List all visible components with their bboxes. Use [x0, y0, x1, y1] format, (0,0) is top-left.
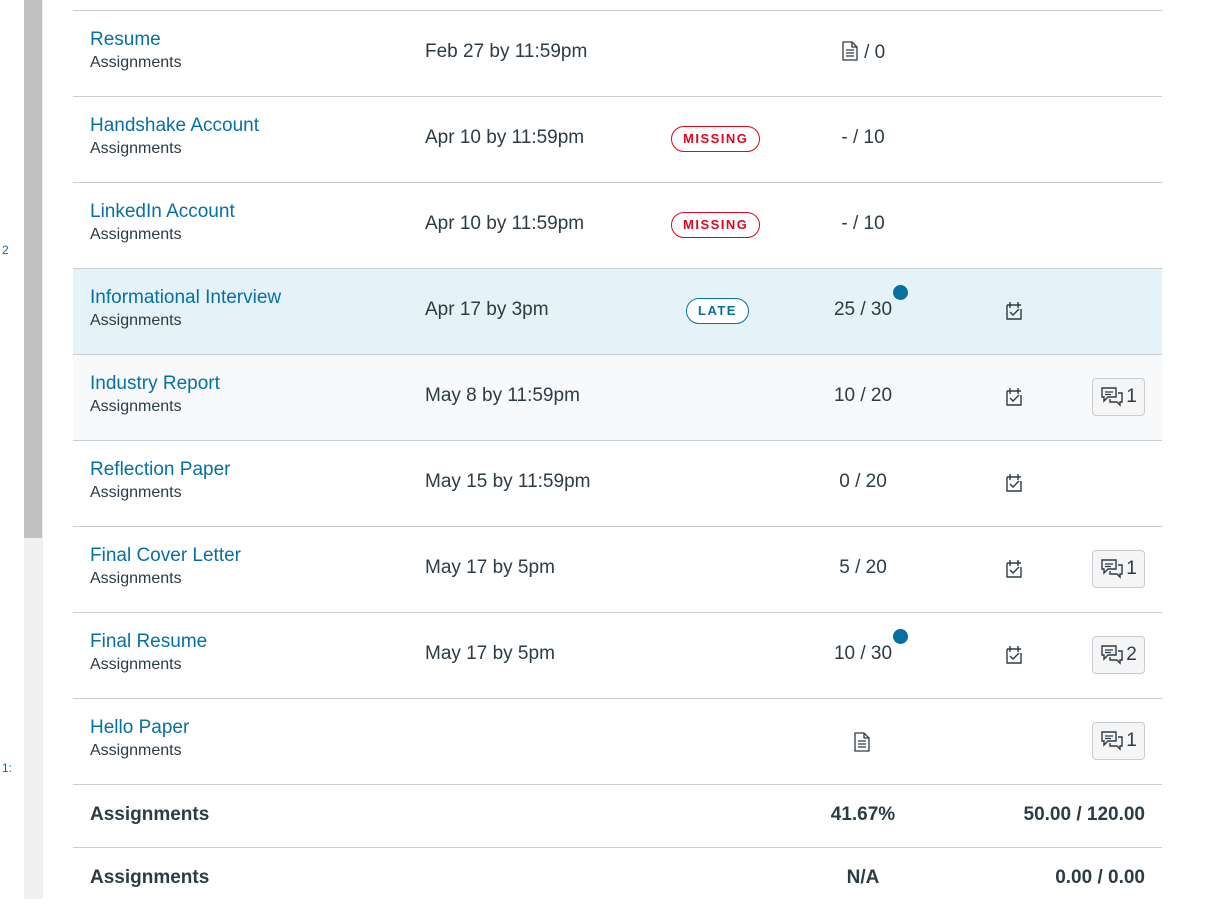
table-row: Final Resume Assignments May 17 by 5pm 1…	[73, 613, 1162, 699]
comments-button[interactable]: 1	[1092, 550, 1145, 588]
table-row: Informational Interview Assignments Apr …	[73, 269, 1162, 355]
due-date: May 17 by 5pm	[425, 557, 555, 578]
due-date: May 8 by 11:59pm	[425, 385, 580, 406]
comments-button[interactable]: 1	[1092, 378, 1145, 416]
comment-icon	[1101, 731, 1123, 751]
assignment-group: Assignments	[90, 312, 182, 329]
group-total-points: 50.00 / 120.00	[1023, 804, 1146, 825]
document-icon	[842, 41, 858, 61]
assignment-cell: Handshake Account Assignments	[90, 114, 259, 160]
assignment-group: Assignments	[90, 656, 182, 673]
scrollbar-thumb[interactable]	[24, 0, 42, 538]
score-value: / 0	[864, 42, 886, 63]
due-date: Apr 10 by 11:59pm	[425, 213, 585, 234]
assignment-cell: LinkedIn Account Assignments	[90, 200, 235, 246]
score-cell	[853, 732, 871, 754]
assignment-link[interactable]: Final Cover Letter	[90, 544, 241, 568]
assignment-group: Assignments	[90, 226, 182, 243]
comment-count: 1	[1126, 730, 1137, 751]
assignment-cell: Informational Interview Assignments	[90, 286, 281, 332]
group-total-percent: 41.67%	[830, 804, 896, 825]
comment-count: 2	[1126, 644, 1137, 665]
assignment-link[interactable]: Handshake Account	[90, 114, 259, 138]
score-value: - / 10	[841, 213, 885, 234]
score-value: 5 / 20	[839, 557, 887, 578]
comment-icon	[1101, 387, 1123, 407]
edge-marker: 1:	[2, 761, 13, 775]
document-icon	[854, 732, 870, 752]
score-value: 10 / 20	[833, 385, 893, 406]
assignment-cell: Final Cover Letter Assignments	[90, 544, 241, 590]
table-row: Industry Report Assignments May 8 by 11:…	[73, 355, 1162, 441]
rubric-icon[interactable]	[1003, 558, 1025, 580]
comments-button[interactable]: 2	[1092, 636, 1145, 674]
assignment-link[interactable]: Industry Report	[90, 372, 220, 396]
assignment-cell: Hello Paper Assignments	[90, 716, 189, 762]
due-date: Feb 27 by 11:59pm	[425, 41, 588, 62]
score-value: 10 / 30	[833, 643, 893, 664]
group-total-label: Assignments	[90, 867, 210, 888]
group-total-row: Assignments N/A 0.00 / 0.00	[73, 848, 1162, 910]
assignment-link[interactable]: Reflection Paper	[90, 458, 230, 482]
assignment-group: Assignments	[90, 570, 182, 587]
score-value: 25 / 30	[833, 299, 893, 320]
edge-marker: 2	[2, 243, 9, 257]
comment-icon	[1101, 559, 1123, 579]
rubric-icon[interactable]	[1003, 472, 1025, 494]
comment-count: 1	[1126, 558, 1137, 579]
score-value: - / 10	[841, 127, 885, 148]
due-date: Apr 10 by 11:59pm	[425, 127, 585, 148]
assignment-group: Assignments	[90, 484, 182, 501]
unread-indicator	[893, 629, 908, 644]
due-date: May 17 by 5pm	[425, 643, 555, 664]
assignment-group: Assignments	[90, 398, 182, 415]
score-cell: / 0	[813, 41, 913, 64]
missing-badge: MISSING	[671, 212, 761, 238]
assignment-group: Assignments	[90, 140, 182, 157]
group-total-label: Assignments	[90, 804, 210, 825]
table-row: LinkedIn Account Assignments Apr 10 by 1…	[73, 183, 1162, 269]
comment-icon	[1101, 645, 1123, 665]
assignment-link[interactable]: LinkedIn Account	[90, 200, 235, 224]
table-row: Handshake Account Assignments Apr 10 by …	[73, 97, 1162, 183]
assignment-cell: Final Resume Assignments	[90, 630, 207, 676]
group-total-percent: N/A	[846, 867, 880, 888]
rubric-icon[interactable]	[1003, 300, 1025, 322]
unread-indicator	[893, 285, 908, 300]
assignment-cell: Reflection Paper Assignments	[90, 458, 230, 504]
due-date: May 15 by 11:59pm	[425, 471, 591, 492]
score-value: 0 / 20	[839, 471, 887, 492]
assignment-group: Assignments	[90, 742, 182, 759]
rubric-icon[interactable]	[1003, 386, 1025, 408]
assignment-group: Assignments	[90, 54, 182, 71]
rubric-icon[interactable]	[1003, 644, 1025, 666]
late-badge: LATE	[686, 298, 749, 324]
assignment-link[interactable]: Hello Paper	[90, 716, 189, 740]
table-row: Hello Paper Assignments 1	[73, 699, 1162, 785]
comment-count: 1	[1126, 386, 1137, 407]
assignment-link[interactable]: Resume	[90, 28, 182, 52]
table-row: Resume Assignments Feb 27 by 11:59pm / 0	[73, 11, 1162, 97]
assignment-cell: Resume Assignments	[90, 28, 182, 74]
group-total-points: 0.00 / 0.00	[1055, 867, 1145, 888]
table-row: Final Cover Letter Assignments May 17 by…	[73, 527, 1162, 613]
assignment-link[interactable]: Final Resume	[90, 630, 207, 654]
missing-badge: MISSING	[671, 126, 761, 152]
comments-button[interactable]: 1	[1092, 722, 1145, 760]
assignment-link[interactable]: Informational Interview	[90, 286, 281, 310]
grades-table: Resume Assignments Feb 27 by 11:59pm / 0…	[73, 10, 1162, 910]
group-total-row: Assignments 41.67% 50.00 / 120.00	[73, 785, 1162, 848]
table-row: Reflection Paper Assignments May 15 by 1…	[73, 441, 1162, 527]
due-date: Apr 17 by 3pm	[425, 299, 549, 320]
assignment-cell: Industry Report Assignments	[90, 372, 220, 418]
